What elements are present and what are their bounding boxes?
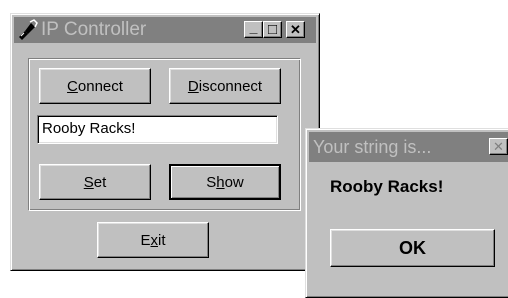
show-button[interactable]: Show [169,164,281,200]
maximize-icon: □ [267,21,278,38]
maximize-button[interactable]: □ [263,21,282,38]
connect-label: Connect [67,77,123,95]
set-button[interactable]: Set [39,164,151,200]
ok-label: OK [399,237,426,258]
dialog-message: Rooby Racks! [330,177,444,196]
ok-button[interactable]: OK [330,229,495,267]
dialog-titlebar[interactable]: Your string is... ✕ [309,132,508,162]
main-window: IP Controller _ □ ✕ Connect Disconnect R… [10,13,320,271]
set-label: Set [83,173,107,191]
main-titlebar[interactable]: IP Controller _ □ ✕ [14,17,316,43]
disconnect-label: Disconnect [187,77,263,95]
close-icon: ✕ [493,139,504,154]
window-title: IP Controller [41,19,147,40]
dialog-close-button[interactable]: ✕ [489,138,508,155]
message-dialog: Your string is... ✕ Rooby Racks! OK [305,128,508,298]
dialog-title: Your string is... [313,137,432,157]
disconnect-button[interactable]: Disconnect [169,68,281,104]
close-button[interactable]: ✕ [286,21,305,38]
minimize-icon: _ [249,18,258,35]
show-label: Show [206,173,244,191]
exit-label: Exit [140,231,166,249]
plug-icon [16,19,38,41]
string-input[interactable]: Rooby Racks! [37,115,278,144]
close-icon: ✕ [290,22,301,37]
exit-button[interactable]: Exit [97,222,209,258]
connect-button[interactable]: Connect [39,68,151,104]
minimize-button[interactable]: _ [244,18,263,38]
